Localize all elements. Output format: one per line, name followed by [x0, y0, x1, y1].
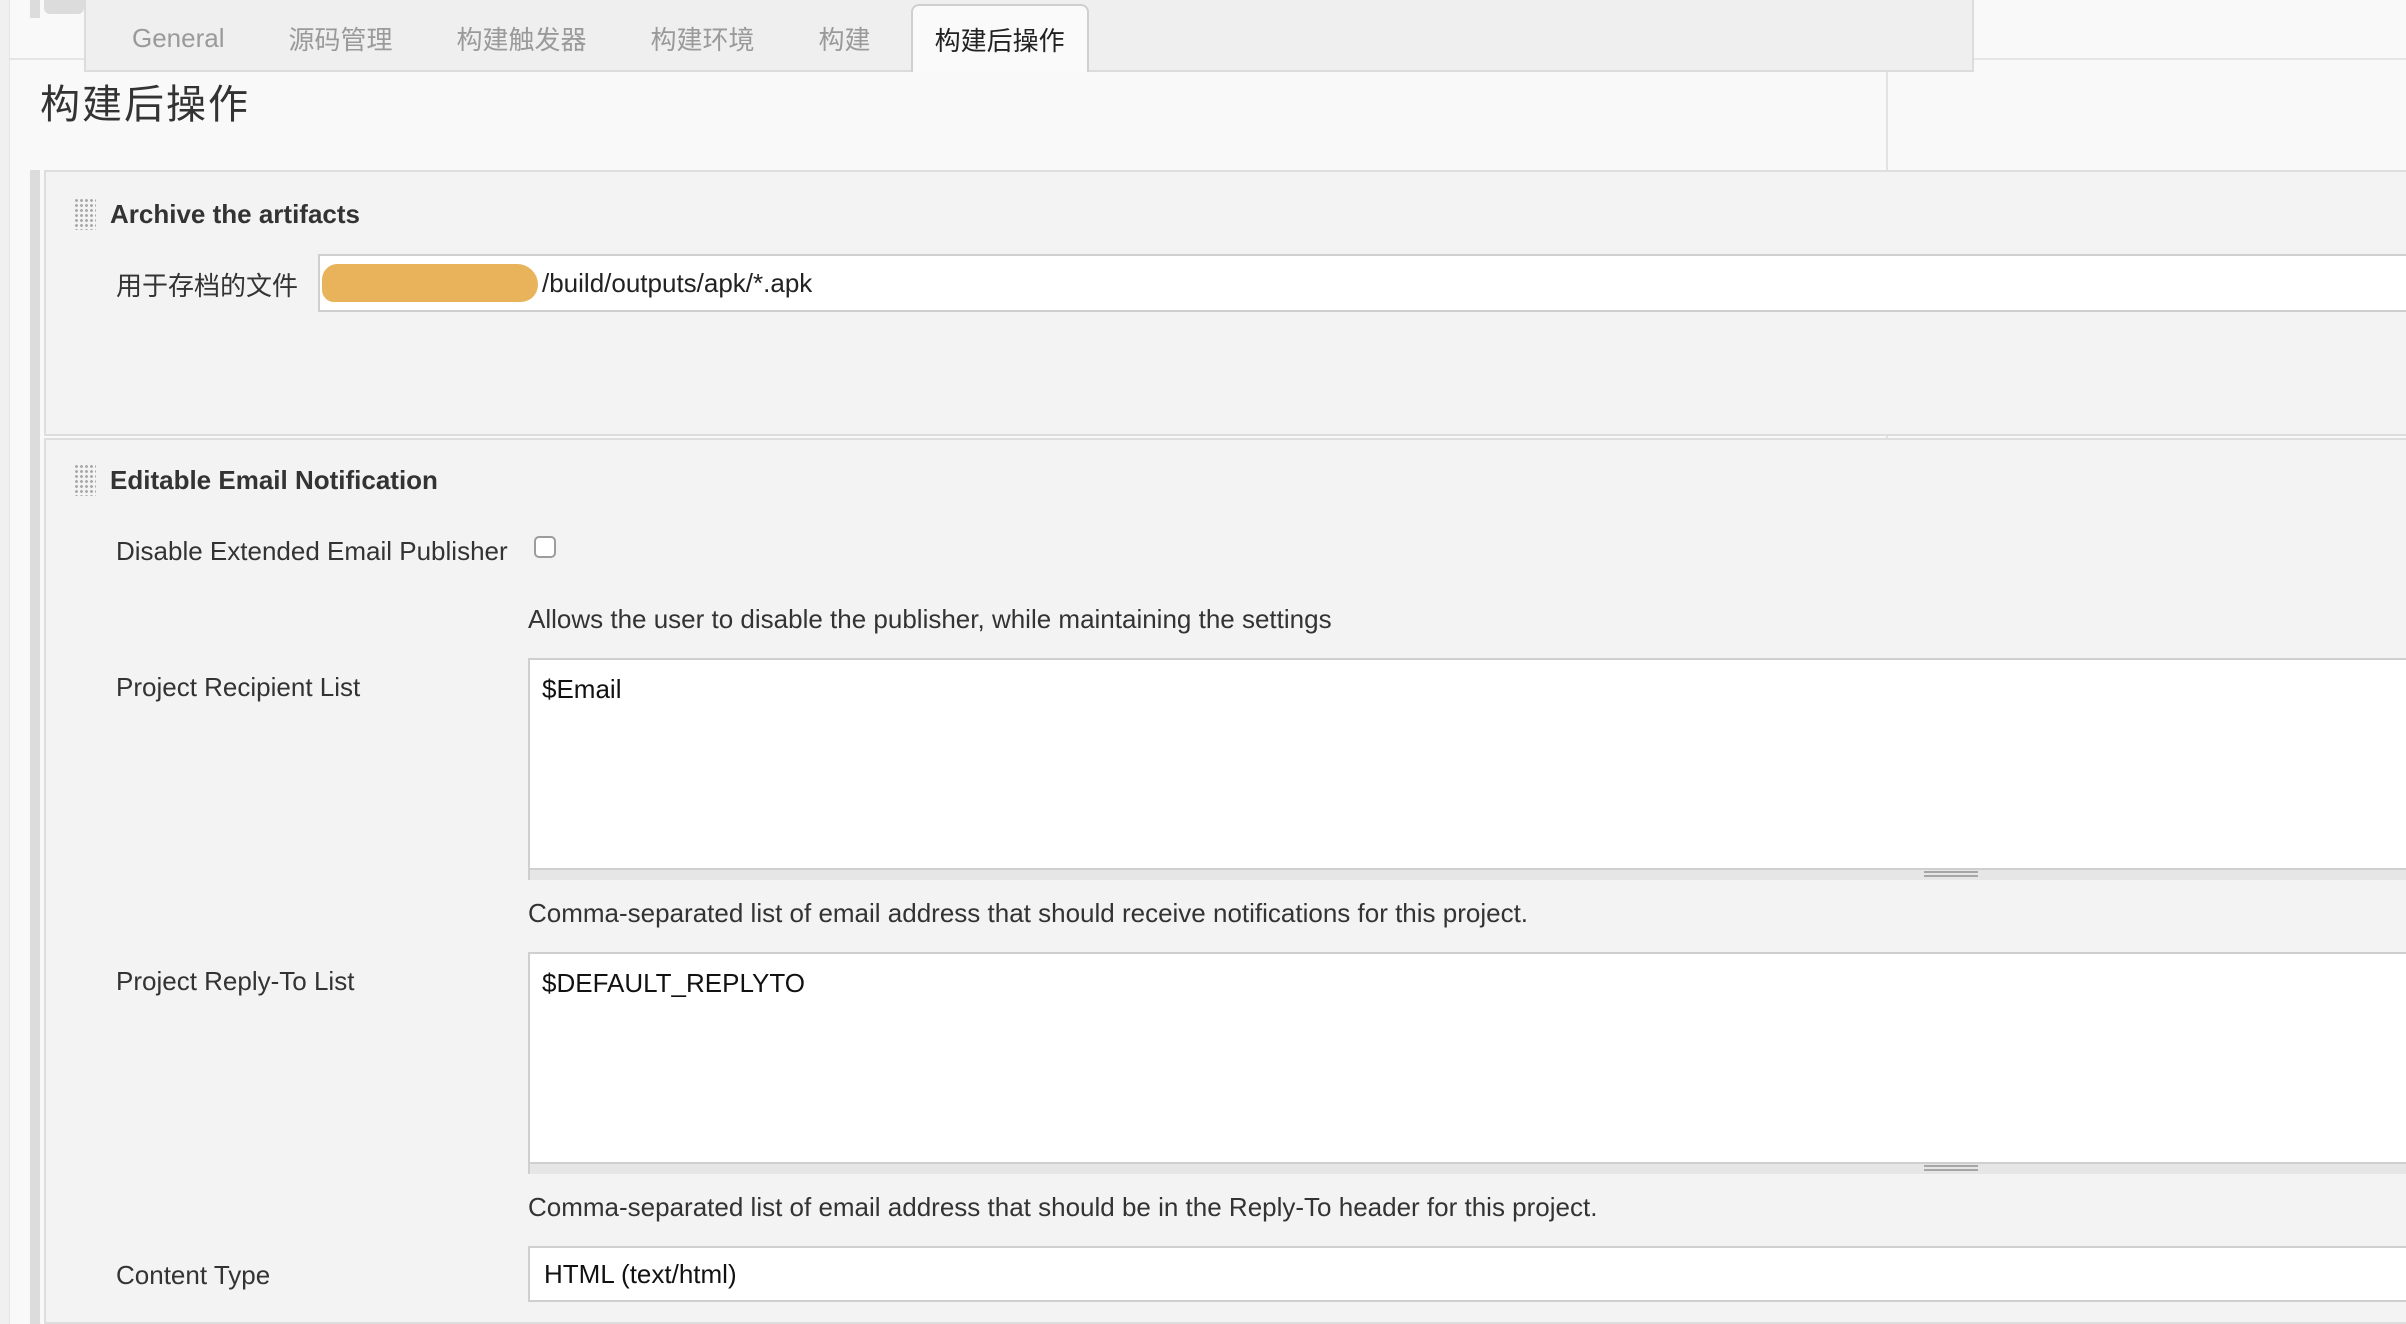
resize-handle-icon [1924, 1165, 1978, 1171]
replyto-list-label: Project Reply-To List [116, 966, 355, 996]
disable-publisher-checkbox[interactable] [534, 536, 556, 558]
archive-header: Archive the artifacts [74, 198, 360, 230]
files-to-archive-label: 用于存档的文件 [116, 271, 299, 301]
files-to-archive-input[interactable]: /build/outputs/apk/*.apk [318, 254, 2406, 312]
replyto-resize-grabber[interactable] [528, 1164, 2406, 1174]
replyto-list-help: Comma-separated list of email address th… [528, 1192, 1598, 1222]
tab-build-triggers[interactable]: 构建触发器 [433, 4, 611, 70]
tab-general[interactable]: General [108, 4, 249, 70]
recipient-list-help: Comma-separated list of email address th… [528, 898, 1529, 928]
disable-publisher-help: Allows the user to disable the publisher… [528, 604, 1332, 634]
left-rail [30, 170, 40, 1324]
disable-publisher-label: Disable Extended Email Publisher [116, 536, 508, 566]
content-type-label: Content Type [116, 1260, 271, 1290]
left-gutter [0, 0, 10, 1324]
replyto-list-textarea[interactable]: $DEFAULT_REPLYTO [528, 952, 2406, 1164]
tab-build-environment[interactable]: 构建环境 [627, 4, 779, 70]
redaction-mark [322, 264, 538, 302]
archive-artifacts-section: Archive the artifacts 用于存档的文件 /build/out… [44, 170, 2406, 436]
tab-scm[interactable]: 源码管理 [265, 4, 417, 70]
recipient-list-textarea[interactable]: $Email [528, 658, 2406, 870]
email-notification-section: Editable Email Notification Disable Exte… [44, 438, 2406, 1324]
email-title: Editable Email Notification [110, 464, 438, 495]
recipient-list-label: Project Recipient List [116, 672, 361, 702]
email-header: Editable Email Notification [74, 464, 438, 496]
config-tabbar: General 源码管理 构建触发器 构建环境 构建 构建后操作 [84, 0, 1974, 72]
tab-post-build-actions[interactable]: 构建后操作 [910, 4, 1089, 72]
page-title: 构建后操作 [40, 83, 250, 127]
resize-handle-icon [1924, 871, 1978, 877]
tab-stub [44, 0, 84, 14]
drag-handle-icon[interactable] [74, 464, 96, 496]
tab-build[interactable]: 构建 [795, 4, 895, 70]
drag-handle-icon[interactable] [74, 198, 96, 230]
recipient-resize-grabber[interactable] [528, 870, 2406, 880]
content-type-select[interactable]: HTML (text/html) [528, 1246, 2406, 1302]
archive-title: Archive the artifacts [110, 198, 360, 229]
jenkins-config-page: General 源码管理 构建触发器 构建环境 构建 构建后操作 构建后操作 A… [0, 0, 2406, 1324]
files-to-archive-value: /build/outputs/apk/*.apk [542, 267, 813, 298]
content-type-value: HTML (text/html) [544, 1258, 737, 1289]
left-rail-top [30, 0, 40, 18]
